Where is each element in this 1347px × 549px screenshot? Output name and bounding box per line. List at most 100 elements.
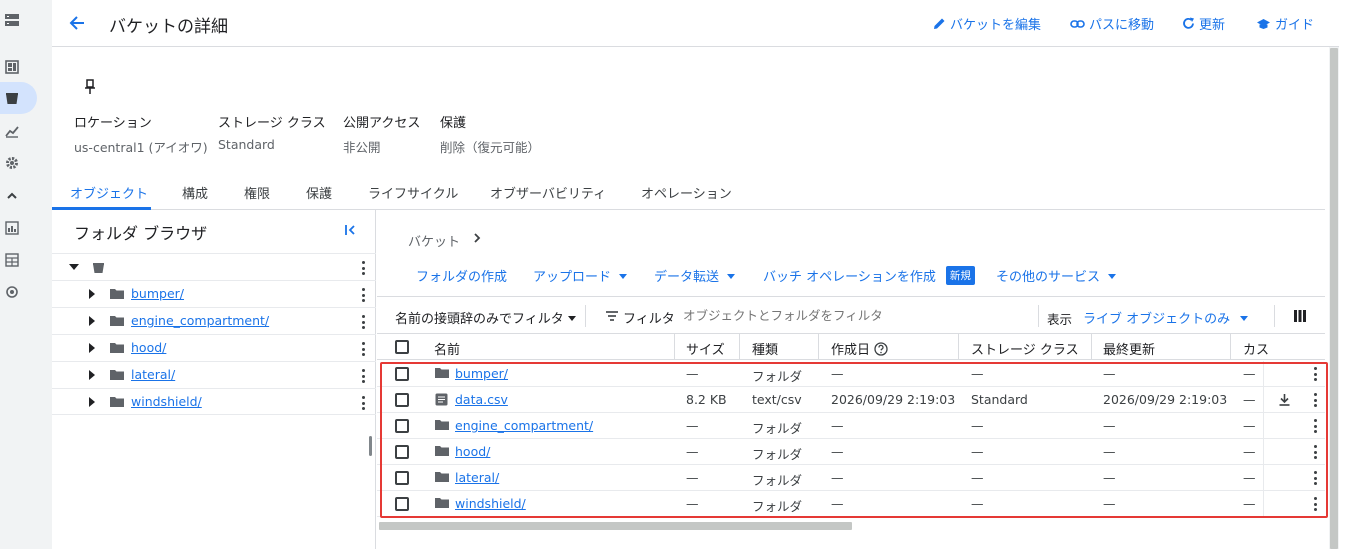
tree-root-bucket[interactable] bbox=[52, 253, 376, 280]
pin-icon[interactable] bbox=[84, 79, 98, 95]
more-options-icon[interactable] bbox=[1313, 393, 1317, 407]
table-row[interactable]: data.csv 8.2 KB text/csv 2026/09/29 2:19… bbox=[377, 387, 1325, 413]
prefix-filter-dropdown[interactable]: 名前の接頭辞のみでフィルタ bbox=[395, 308, 576, 327]
tree-folder-item[interactable]: engine_compartment/ bbox=[52, 307, 376, 334]
collapse-panel-icon[interactable] bbox=[344, 223, 358, 237]
column-created[interactable]: 作成日 bbox=[831, 339, 888, 358]
more-options-icon[interactable] bbox=[361, 369, 365, 383]
refresh-button[interactable]: 更新 bbox=[1182, 14, 1225, 33]
page-header: バケットの詳細 バケットを編集 パスに移動 更新 ガイド bbox=[52, 0, 1339, 47]
filter-icon[interactable] bbox=[605, 310, 619, 322]
object-name-link[interactable]: hood/ bbox=[455, 444, 490, 459]
caret-right-icon[interactable] bbox=[88, 342, 98, 354]
breadcrumb-root[interactable]: バケット bbox=[408, 231, 460, 250]
edit-bucket-label: バケットを編集 bbox=[950, 18, 1042, 33]
caret-right-icon[interactable] bbox=[88, 396, 98, 408]
column-type[interactable]: 種類 bbox=[752, 339, 778, 358]
tree-folder-label[interactable]: lateral/ bbox=[131, 367, 175, 382]
table-row[interactable]: windshield/ — フォルダ — — — — bbox=[377, 491, 1325, 517]
tab-objects[interactable]: オブジェクト bbox=[70, 183, 148, 202]
tree-folder-label[interactable]: windshield/ bbox=[131, 394, 202, 409]
column-last-modified[interactable]: 最終更新 bbox=[1103, 339, 1155, 358]
dashboard-icon[interactable] bbox=[4, 59, 20, 75]
chevron-up-icon[interactable] bbox=[4, 188, 20, 204]
caret-right-icon[interactable] bbox=[88, 288, 98, 300]
storage-icon[interactable] bbox=[4, 12, 20, 28]
filter-input[interactable] bbox=[683, 308, 1023, 323]
download-icon[interactable] bbox=[1278, 393, 1292, 407]
more-options-icon[interactable] bbox=[1313, 445, 1317, 459]
more-options-icon[interactable] bbox=[1313, 497, 1317, 511]
more-options-icon[interactable] bbox=[361, 396, 365, 410]
caret-down-icon[interactable] bbox=[69, 261, 79, 273]
row-checkbox[interactable] bbox=[395, 419, 409, 433]
column-name[interactable]: 名前 bbox=[434, 339, 460, 358]
object-name-link[interactable]: engine_compartment/ bbox=[455, 418, 593, 433]
more-options-icon[interactable] bbox=[361, 342, 365, 356]
tree-folder-item[interactable]: hood/ bbox=[52, 334, 376, 361]
more-options-icon[interactable] bbox=[361, 261, 365, 275]
table-row[interactable]: bumper/ — フォルダ — — — — bbox=[377, 361, 1325, 387]
tab-configuration[interactable]: 構成 bbox=[182, 183, 208, 202]
object-name-link[interactable]: bumper/ bbox=[455, 366, 508, 381]
batch-operation-button[interactable]: バッチ オペレーションを作成 新規 bbox=[763, 266, 975, 285]
back-arrow-icon[interactable] bbox=[68, 14, 88, 34]
other-services-dropdown[interactable]: その他のサービス bbox=[996, 266, 1117, 285]
more-options-icon[interactable] bbox=[1313, 419, 1317, 433]
row-checkbox[interactable] bbox=[395, 445, 409, 459]
row-checkbox[interactable] bbox=[395, 367, 409, 381]
object-name-link[interactable]: lateral/ bbox=[455, 470, 499, 485]
row-checkbox[interactable] bbox=[395, 497, 409, 511]
more-options-icon[interactable] bbox=[1313, 367, 1317, 381]
column-custom[interactable]: カス bbox=[1243, 339, 1269, 358]
bucket-nav-icon[interactable] bbox=[4, 90, 20, 106]
table-row[interactable]: engine_compartment/ — フォルダ — — — — bbox=[377, 413, 1325, 439]
tab-lifecycle[interactable]: ライフサイクル bbox=[368, 183, 458, 202]
divider bbox=[1263, 465, 1264, 491]
security-settings-icon[interactable] bbox=[4, 284, 20, 300]
create-folder-button[interactable]: フォルダの作成 bbox=[416, 266, 507, 285]
table-row[interactable]: lateral/ — フォルダ — — — — bbox=[377, 465, 1325, 491]
monitoring-icon[interactable] bbox=[4, 123, 20, 139]
object-name-link[interactable]: windshield/ bbox=[455, 496, 526, 511]
tab-protection[interactable]: 保護 bbox=[306, 183, 332, 202]
tree-folder-item[interactable]: lateral/ bbox=[52, 361, 376, 388]
caret-right-icon[interactable] bbox=[88, 369, 98, 381]
settings-icon[interactable] bbox=[4, 155, 20, 171]
divider bbox=[1263, 439, 1264, 465]
row-checkbox[interactable] bbox=[395, 471, 409, 485]
select-all-checkbox[interactable] bbox=[395, 340, 409, 354]
folder-icon bbox=[110, 342, 124, 354]
column-storage-class[interactable]: ストレージ クラス bbox=[971, 339, 1079, 358]
row-checkbox[interactable] bbox=[395, 393, 409, 407]
column-size[interactable]: サイズ bbox=[686, 339, 725, 358]
help-icon[interactable] bbox=[874, 341, 888, 356]
table-row[interactable]: hood/ — フォルダ — — — — bbox=[377, 439, 1325, 465]
more-options-icon[interactable] bbox=[1313, 471, 1317, 485]
tree-folder-label[interactable]: engine_compartment/ bbox=[131, 313, 269, 328]
tree-folder-item[interactable]: bumper/ bbox=[52, 280, 376, 307]
tree-folder-label[interactable]: bumper/ bbox=[131, 286, 184, 301]
horizontal-scrollbar[interactable] bbox=[379, 522, 852, 530]
tab-operations[interactable]: オペレーション bbox=[641, 183, 732, 202]
data-transfer-dropdown[interactable]: データ転送 bbox=[654, 266, 736, 285]
tab-permissions[interactable]: 権限 bbox=[244, 183, 270, 202]
show-objects-dropdown[interactable]: ライブ オブジェクトのみ bbox=[1083, 308, 1249, 327]
table-icon[interactable] bbox=[4, 252, 20, 268]
go-to-path-button[interactable]: パスに移動 bbox=[1070, 14, 1154, 33]
object-name-link[interactable]: data.csv bbox=[455, 392, 508, 407]
tree-folder-label[interactable]: hood/ bbox=[131, 340, 166, 355]
insights-icon[interactable] bbox=[4, 220, 20, 236]
vertical-scrollbar[interactable] bbox=[1330, 48, 1338, 549]
panel-resize-handle[interactable] bbox=[369, 436, 372, 456]
edit-bucket-button[interactable]: バケットを編集 bbox=[933, 14, 1041, 33]
more-options-icon[interactable] bbox=[361, 288, 365, 302]
guide-button[interactable]: ガイド bbox=[1256, 14, 1314, 33]
tree-folder-item[interactable]: windshield/ bbox=[52, 388, 376, 415]
more-options-icon[interactable] bbox=[361, 315, 365, 329]
columns-icon[interactable] bbox=[1294, 310, 1308, 322]
upload-dropdown[interactable]: アップロード bbox=[533, 266, 628, 285]
caret-right-icon[interactable] bbox=[88, 315, 98, 327]
tab-observability[interactable]: オブザーバビリティ bbox=[490, 183, 606, 202]
folder-browser: フォルダ ブラウザ bumper/ engine_compartment/ ho… bbox=[52, 210, 376, 549]
